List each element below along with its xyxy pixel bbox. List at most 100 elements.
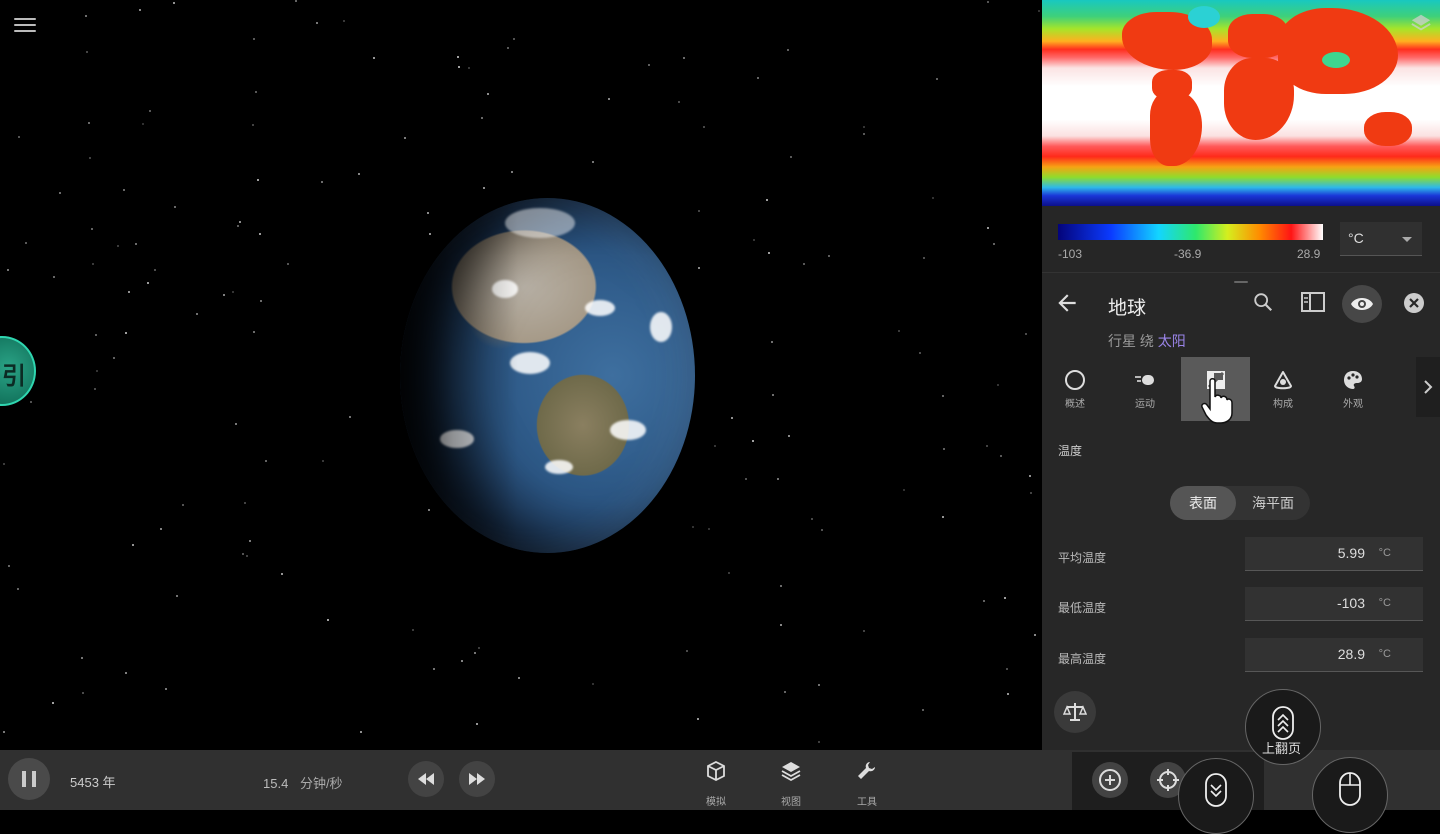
object-info-panel: -103 -36.9 28.9 °C 地球 行星 绕 太阳 概述 运动 构成 外… xyxy=(1042,0,1440,750)
star xyxy=(828,255,830,257)
visibility-toggle-button[interactable] xyxy=(1342,285,1382,323)
fast-forward-icon xyxy=(469,773,485,785)
star xyxy=(771,341,773,343)
tab-appearance[interactable]: 外观 xyxy=(1320,357,1386,421)
mouse-click-overlay-button[interactable] xyxy=(1312,757,1388,833)
star xyxy=(142,123,144,125)
star xyxy=(863,126,865,128)
star xyxy=(942,395,944,397)
tabs-scroll-right-button[interactable] xyxy=(1416,357,1440,417)
star xyxy=(932,197,934,199)
star xyxy=(232,291,234,293)
avg-temp-field[interactable]: 5.99 °C xyxy=(1245,537,1423,571)
time-speed-value: 15.4 xyxy=(263,776,289,791)
star xyxy=(125,332,127,334)
star xyxy=(52,702,54,704)
star xyxy=(154,269,156,271)
star xyxy=(818,741,820,743)
star xyxy=(474,652,476,654)
star xyxy=(173,2,175,4)
space-viewport[interactable] xyxy=(0,0,1042,750)
star xyxy=(487,93,489,95)
star xyxy=(7,269,9,271)
star xyxy=(1034,634,1036,636)
temperature-color-scale xyxy=(1058,224,1323,240)
star xyxy=(25,242,27,244)
time-speed[interactable]: 15.4 分钟/秒 xyxy=(263,773,343,792)
zoom-in-button[interactable] xyxy=(1092,762,1128,798)
star xyxy=(113,357,115,359)
rewind-button[interactable] xyxy=(408,761,444,797)
star xyxy=(863,630,865,632)
star xyxy=(327,619,329,621)
star xyxy=(728,572,730,574)
star xyxy=(358,173,360,175)
star xyxy=(458,66,460,68)
star xyxy=(149,110,151,112)
min-temp-field[interactable]: -103 °C xyxy=(1245,587,1423,621)
motion-icon xyxy=(1135,375,1154,385)
earth-globe[interactable] xyxy=(400,198,695,553)
page-down-overlay-button[interactable] xyxy=(1178,758,1254,834)
eye-icon xyxy=(1351,298,1373,310)
star xyxy=(592,161,594,163)
star xyxy=(322,460,324,462)
star xyxy=(18,136,20,138)
star xyxy=(343,20,345,22)
star xyxy=(788,435,790,437)
star xyxy=(17,588,19,590)
simulation-menu[interactable]: 模拟 xyxy=(688,760,744,808)
star xyxy=(174,206,176,208)
star xyxy=(253,38,255,40)
star xyxy=(863,133,865,135)
star xyxy=(997,384,999,386)
rewind-icon xyxy=(418,773,434,785)
balance-scale-icon xyxy=(1063,703,1087,721)
star xyxy=(176,595,178,597)
close-icon[interactable] xyxy=(1403,292,1425,314)
temperature-map[interactable] xyxy=(1042,0,1440,206)
star xyxy=(942,516,944,518)
tab-composition[interactable]: 构成 xyxy=(1250,357,1316,421)
star xyxy=(428,509,430,511)
max-temp-field[interactable]: 28.9 °C xyxy=(1245,638,1423,672)
info-card-icon[interactable] xyxy=(1300,291,1326,313)
star xyxy=(281,573,283,575)
unit-dropdown-value: °C xyxy=(1348,230,1364,246)
pause-button[interactable] xyxy=(8,758,50,800)
layers-icon[interactable] xyxy=(1410,12,1432,34)
star xyxy=(993,243,995,245)
star xyxy=(648,64,650,66)
star xyxy=(249,540,251,542)
star xyxy=(1004,597,1006,599)
search-icon[interactable] xyxy=(1252,291,1274,313)
unit-dropdown[interactable]: °C xyxy=(1340,222,1422,256)
tools-menu[interactable]: 工具 xyxy=(839,760,895,808)
star xyxy=(139,9,141,11)
parent-body-link[interactable]: 太阳 xyxy=(1158,333,1186,349)
star xyxy=(349,416,351,418)
back-arrow-icon[interactable] xyxy=(1054,290,1080,316)
mouse-scroll-up-icon xyxy=(1272,706,1294,740)
tab-map[interactable] xyxy=(1181,357,1250,424)
tab-overview[interactable]: 概述 xyxy=(1042,357,1108,421)
star xyxy=(821,529,823,531)
star xyxy=(91,228,93,230)
page-up-overlay-button[interactable]: 上翻页 xyxy=(1245,689,1321,765)
view-menu[interactable]: 视图 xyxy=(763,760,819,808)
mouse-scroll-down-icon xyxy=(1205,773,1227,807)
object-type: 行星 绕 xyxy=(1108,333,1154,349)
fast-forward-button[interactable] xyxy=(459,761,495,797)
wrench-icon xyxy=(858,762,875,779)
tab-motion[interactable]: 运动 xyxy=(1112,357,1178,421)
hamburger-menu-icon[interactable] xyxy=(14,14,36,36)
surface-option[interactable]: 表面 xyxy=(1170,486,1236,520)
star xyxy=(265,460,267,462)
compare-button[interactable] xyxy=(1054,691,1096,733)
star xyxy=(1025,333,1027,335)
star xyxy=(919,352,921,354)
sea-level-option[interactable]: 海平面 xyxy=(1236,486,1310,520)
cloud xyxy=(440,430,474,448)
drag-handle[interactable] xyxy=(1234,281,1248,283)
map-land-australia xyxy=(1364,112,1412,146)
